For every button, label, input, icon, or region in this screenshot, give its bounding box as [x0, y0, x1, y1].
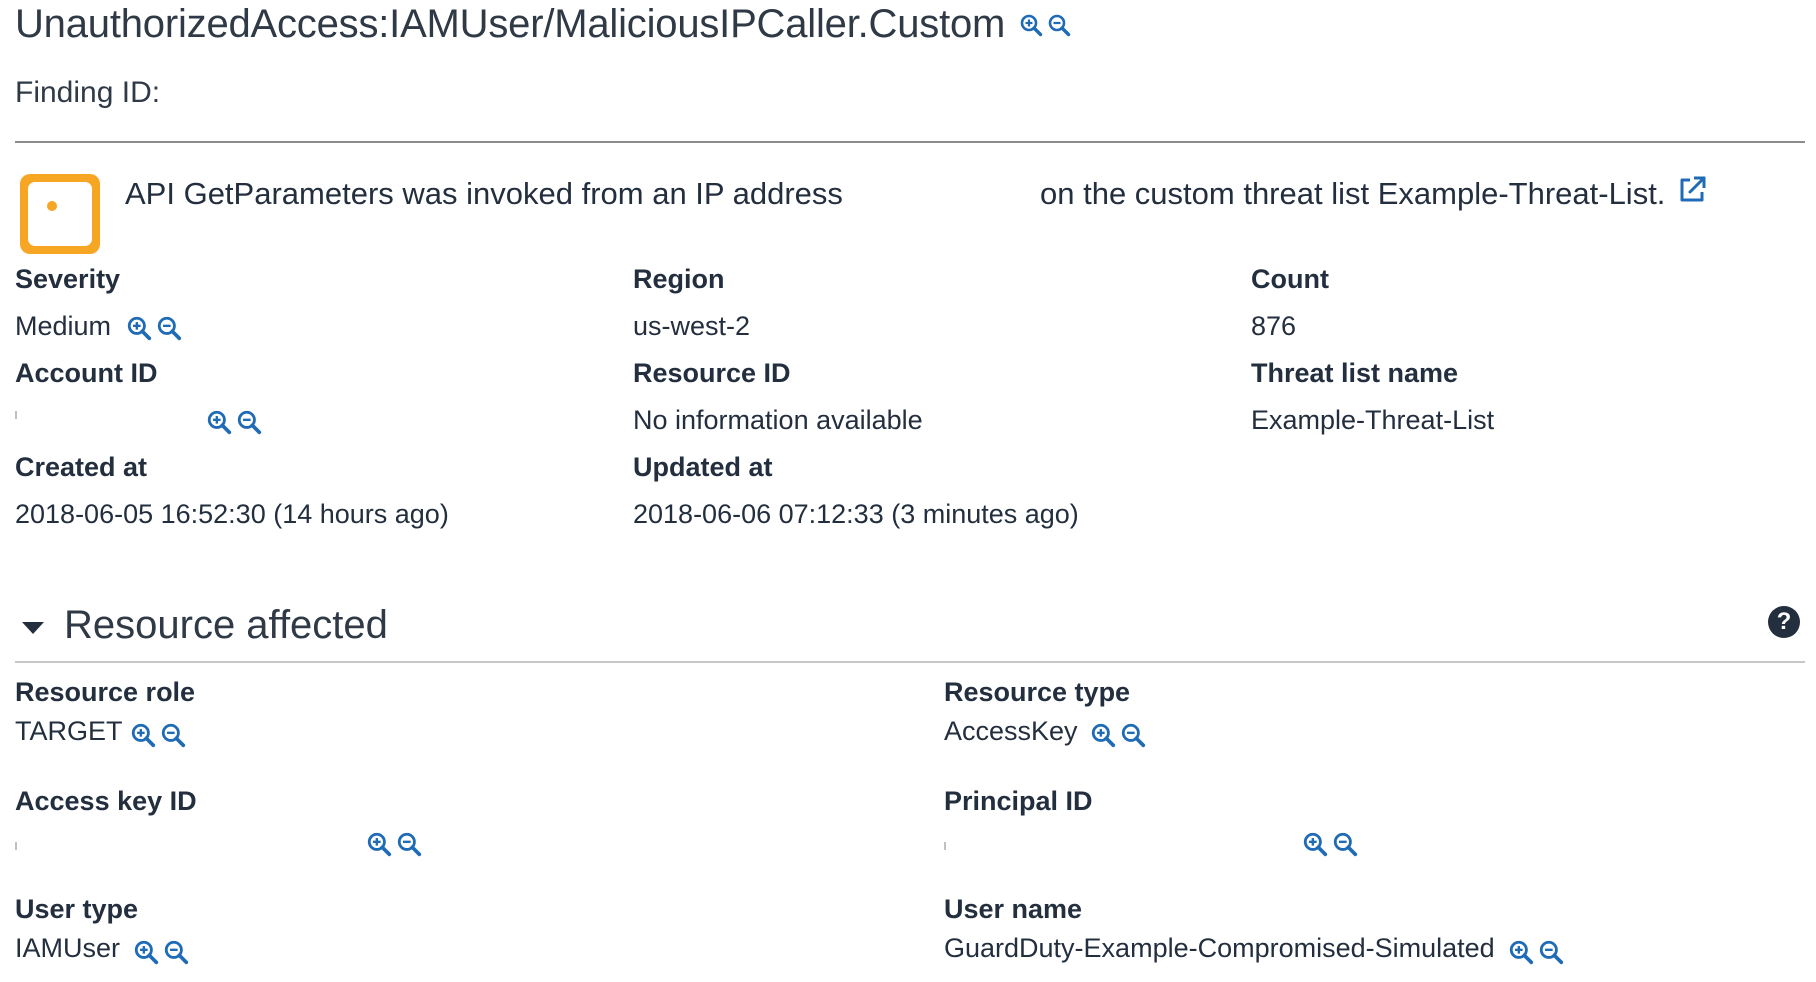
account-id-label: Account ID	[15, 358, 158, 388]
caret-down-icon[interactable]	[22, 621, 44, 634]
zoom-in-icon[interactable]	[1090, 722, 1116, 748]
zoom-out-icon[interactable]	[156, 315, 182, 341]
principal-id-label: Principal ID	[944, 786, 1093, 816]
severity-medium-icon	[20, 174, 100, 254]
user-name-zoom-controls	[1508, 939, 1564, 965]
principal-id-redacted	[944, 842, 946, 850]
resource-affected-title: Resource affected	[64, 603, 388, 647]
zoom-out-icon[interactable]	[236, 409, 262, 435]
access-key-id-label: Access key ID	[15, 786, 197, 816]
section-divider	[15, 661, 1805, 663]
resource-id-label: Resource ID	[633, 358, 791, 388]
resource-id-value: No information available	[633, 405, 923, 435]
resource-affected-header[interactable]: Resource affected	[22, 603, 388, 648]
zoom-in-icon[interactable]	[133, 939, 159, 965]
count-value: 876	[1251, 311, 1297, 341]
zoom-in-icon[interactable]	[1508, 939, 1534, 965]
updated-at-label: Updated at	[633, 452, 773, 482]
finding-summary-part2: on the custom threat list Example-Threat…	[1040, 176, 1666, 211]
finding-details-panel: UnauthorizedAccess:IAMUser/MaliciousIPCa…	[0, 0, 1816, 982]
severity-icon-dot	[47, 201, 57, 211]
finding-id-label: Finding ID:	[15, 76, 161, 109]
finding-summary-part1: API GetParameters was invoked from an IP…	[125, 176, 843, 211]
resource-role-zoom-controls	[130, 722, 186, 748]
severity-icon-inner	[28, 182, 92, 246]
title-row: UnauthorizedAccess:IAMUser/MaliciousIPCa…	[15, 2, 1071, 47]
user-name-label: User name	[944, 894, 1083, 924]
severity-value: Medium	[15, 311, 112, 341]
updated-at-value: 2018-06-06 07:12:33 (3 minutes ago)	[633, 499, 1079, 529]
header-divider	[15, 141, 1805, 143]
resource-type-label: Resource type	[944, 677, 1131, 707]
user-name-value: GuardDuty-Example-Compromised-Simulated	[944, 933, 1495, 963]
zoom-in-icon[interactable]	[130, 722, 156, 748]
access-key-id-zoom-controls	[366, 831, 422, 857]
resource-role-value: TARGET	[15, 716, 123, 746]
zoom-in-icon[interactable]	[1302, 831, 1328, 857]
zoom-out-icon[interactable]	[1538, 939, 1564, 965]
threat-list-name-value: Example-Threat-List	[1251, 405, 1495, 435]
zoom-out-icon[interactable]	[1047, 13, 1071, 37]
zoom-out-icon[interactable]	[1120, 722, 1146, 748]
resource-type-value: AccessKey	[944, 716, 1078, 746]
threat-list-name-label: Threat list name	[1251, 358, 1459, 388]
access-key-id-redacted	[15, 842, 17, 850]
zoom-in-icon[interactable]	[206, 409, 232, 435]
principal-id-zoom-controls	[1302, 831, 1358, 857]
zoom-in-icon[interactable]	[126, 315, 152, 341]
title-zoom-controls	[1019, 13, 1071, 37]
severity-label: Severity	[15, 264, 121, 294]
zoom-in-icon[interactable]	[1019, 13, 1043, 37]
count-label: Count	[1251, 264, 1329, 294]
zoom-out-icon[interactable]	[1332, 831, 1358, 857]
account-id-zoom-controls	[206, 409, 262, 435]
created-at-value: 2018-06-05 16:52:30 (14 hours ago)	[15, 499, 449, 529]
finding-title: UnauthorizedAccess:IAMUser/MaliciousIPCa…	[15, 2, 1006, 46]
zoom-out-icon[interactable]	[396, 831, 422, 857]
user-type-zoom-controls	[133, 939, 189, 965]
help-icon[interactable]: ?	[1768, 606, 1800, 638]
user-type-value: IAMUser	[15, 933, 121, 963]
created-at-label: Created at	[15, 452, 148, 482]
zoom-out-icon[interactable]	[163, 939, 189, 965]
region-label: Region	[633, 264, 725, 294]
region-value: us-west-2	[633, 311, 751, 341]
zoom-out-icon[interactable]	[160, 722, 186, 748]
external-link-icon[interactable]	[1676, 174, 1708, 206]
resource-role-label: Resource role	[15, 677, 196, 707]
severity-zoom-controls	[126, 315, 182, 341]
account-id-redacted	[15, 411, 17, 419]
zoom-in-icon[interactable]	[366, 831, 392, 857]
user-type-label: User type	[15, 894, 139, 924]
resource-type-zoom-controls	[1090, 722, 1146, 748]
